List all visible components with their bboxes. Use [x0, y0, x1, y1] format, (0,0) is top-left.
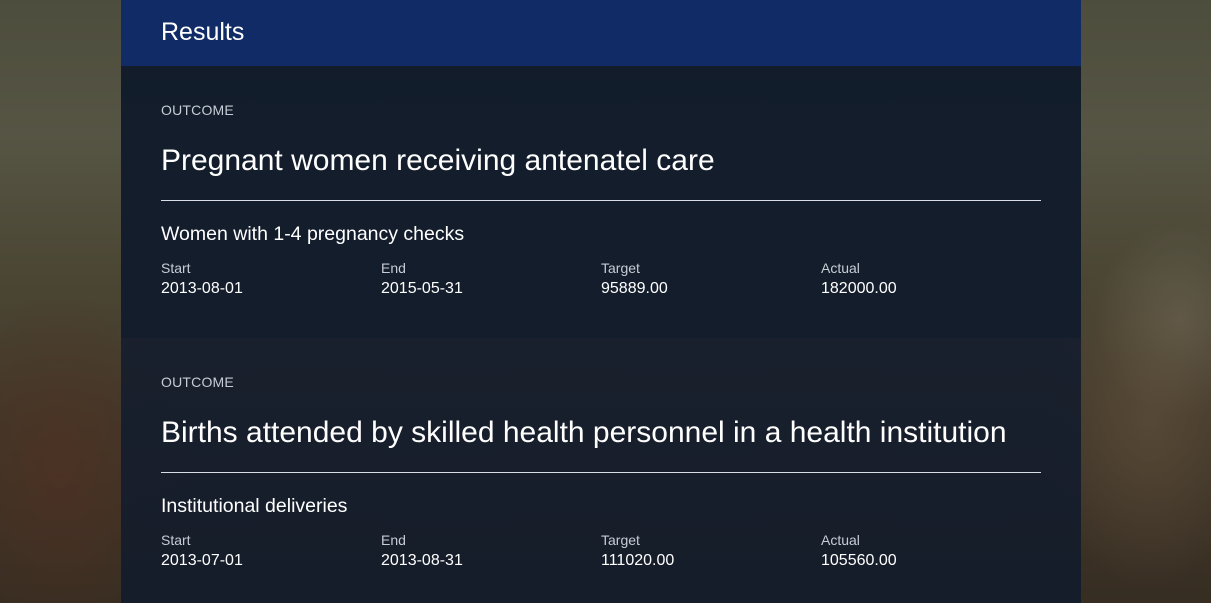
outcome-title: Births attended by skilled health person… — [161, 416, 1007, 449]
stat-end: End 2015-05-31 — [381, 260, 601, 300]
indicator-stats: Start 2013-08-01 End 2015-05-31 Target 9… — [161, 260, 1041, 300]
outcome-title: Pregnant women receiving antenatel care — [161, 144, 715, 177]
outcome-label: OUTCOME — [161, 102, 234, 118]
stat-value: 111020.00 — [601, 552, 675, 569]
indicator-title: Institutional deliveries — [161, 495, 348, 517]
stat-value: 95889.00 — [601, 280, 668, 297]
stat-value: 2013-08-31 — [381, 552, 463, 569]
stat-target: Target 111020.00 — [601, 532, 821, 572]
stat-label: Target — [601, 260, 640, 276]
outcome-label: OUTCOME — [161, 374, 234, 390]
stat-label: Start — [161, 260, 191, 276]
stat-start: Start 2013-08-01 — [161, 260, 381, 300]
stat-value: 105560.00 — [821, 552, 897, 569]
stat-start: Start 2013-07-01 — [161, 532, 381, 572]
stat-label: Target — [601, 532, 640, 548]
indicator-stats: Start 2013-07-01 End 2013-08-31 Target 1… — [161, 532, 1041, 572]
stat-value: 2013-08-01 — [161, 280, 243, 297]
stat-label: End — [381, 532, 406, 548]
results-header: Results — [121, 0, 1081, 66]
stat-value: 2015-05-31 — [381, 280, 463, 297]
stat-label: Actual — [821, 260, 860, 276]
stat-target: Target 95889.00 — [601, 260, 821, 300]
result-card: OUTCOME Pregnant women receiving antenat… — [121, 66, 1081, 338]
page-title: Results — [161, 17, 245, 46]
stat-actual: Actual 105560.00 — [821, 532, 1041, 572]
result-card: OUTCOME Births attended by skilled healt… — [121, 338, 1081, 603]
stat-value: 182000.00 — [821, 280, 897, 297]
divider — [161, 200, 1041, 201]
stat-value: 2013-07-01 — [161, 552, 243, 569]
indicator-title: Women with 1-4 pregnancy checks — [161, 223, 465, 245]
stat-label: Start — [161, 532, 191, 548]
results-list: OUTCOME Pregnant women receiving antenat… — [121, 66, 1081, 603]
stat-label: End — [381, 260, 406, 276]
stat-end: End 2013-08-31 — [381, 532, 601, 572]
results-panel: Results OUTCOME Pregnant women receiving… — [121, 0, 1081, 603]
divider — [161, 472, 1041, 473]
stat-label: Actual — [821, 532, 860, 548]
stat-actual: Actual 182000.00 — [821, 260, 1041, 300]
